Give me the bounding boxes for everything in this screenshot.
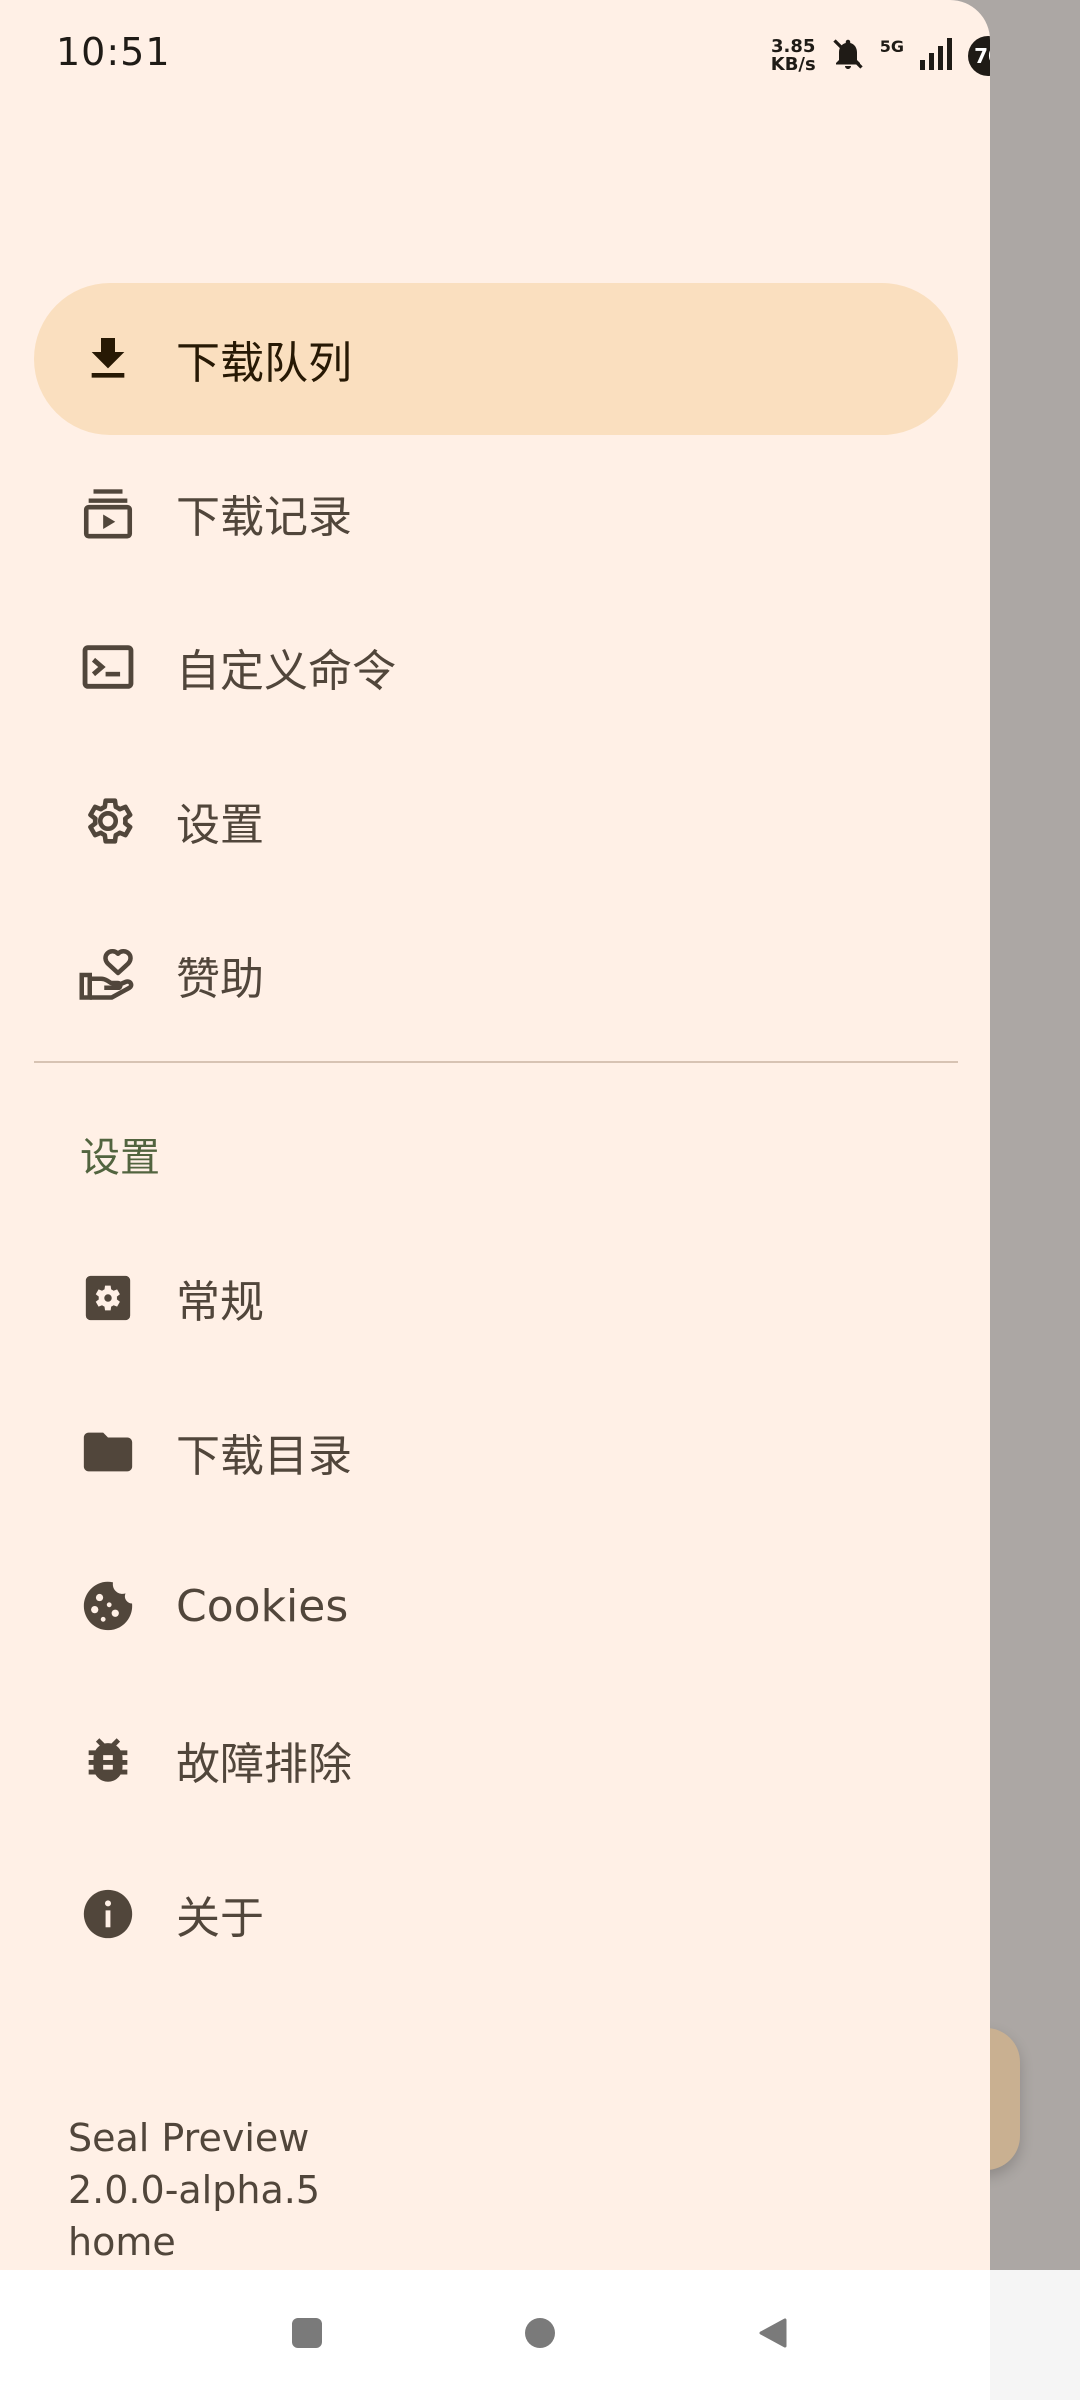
- signal-icon: [918, 38, 954, 74]
- drawer-item-label: 设置: [176, 800, 264, 851]
- drawer-item-cookies[interactable]: Cookies: [34, 1530, 958, 1682]
- home-button[interactable]: [523, 2318, 557, 2352]
- drawer-item-download-directory[interactable]: 下载目录: [34, 1376, 958, 1528]
- recents-button[interactable]: [290, 2318, 324, 2352]
- app-route: home: [68, 2220, 176, 2264]
- drawer-item-label: 下载队列: [176, 338, 352, 389]
- subscriptions-icon: [78, 483, 138, 543]
- square-icon: [291, 2317, 323, 2353]
- network-type: 5G: [879, 36, 904, 56]
- drawer-item-troubleshooting[interactable]: 故障排除: [34, 1684, 958, 1836]
- drawer-divider: [34, 1061, 958, 1063]
- navigation-drawer: 10:51 3.85 KB/s 5G 70: [0, 0, 990, 2400]
- status-time: 10:51: [56, 30, 171, 74]
- info-icon: [78, 1884, 138, 1944]
- cookie-icon: [78, 1576, 138, 1636]
- app-version-info: Seal Preview 2.0.0-alpha.5 home: [68, 2112, 320, 2268]
- drawer-item-label: 下载目录: [176, 1431, 352, 1482]
- folder-icon: [78, 1422, 138, 1482]
- back-button[interactable]: [756, 2318, 790, 2352]
- drawer-item-general[interactable]: 常规: [34, 1222, 958, 1374]
- system-navigation-bar-edge: [990, 2270, 1080, 2400]
- bug-icon: [78, 1730, 138, 1790]
- drawer-item-settings[interactable]: 设置: [34, 745, 958, 897]
- circle-icon: [524, 2317, 556, 2353]
- status-icons: 3.85 KB/s 5G 70: [771, 32, 990, 80]
- drawer-item-download-queue[interactable]: 下载队列: [34, 283, 958, 435]
- muted-bell-icon: [830, 36, 866, 76]
- drawer-item-label: 故障排除: [176, 1739, 352, 1790]
- drawer-item-about[interactable]: 关于: [34, 1838, 958, 1990]
- drawer-item-label: 关于: [176, 1893, 264, 1944]
- drawer-item-label: 下载记录: [176, 492, 352, 543]
- back-triangle-icon: [757, 2317, 789, 2353]
- drawer-item-custom-command[interactable]: 自定义命令: [34, 591, 958, 743]
- network-speed: 3.85 KB/s: [771, 38, 816, 74]
- drawer-item-label: 自定义命令: [176, 646, 396, 697]
- terminal-icon: [78, 637, 138, 697]
- battery-indicator: 70: [968, 36, 990, 76]
- gear-icon: [78, 791, 138, 851]
- settings-box-icon: [78, 1268, 138, 1328]
- status-bar: 10:51 3.85 KB/s 5G 70: [0, 0, 990, 110]
- settings-section-header: 设置: [80, 1135, 160, 1181]
- app-name: Seal Preview: [68, 2116, 310, 2160]
- drawer-item-label: Cookies: [176, 1580, 349, 1632]
- app-version: 2.0.0-alpha.5: [68, 2168, 320, 2212]
- network-speed-unit: KB/s: [770, 54, 816, 75]
- drawer-item-label: 常规: [176, 1277, 264, 1328]
- drawer-item-download-history[interactable]: 下载记录: [34, 437, 958, 589]
- download-icon: [78, 329, 138, 389]
- drawer-item-sponsor[interactable]: 赞助: [34, 899, 958, 1051]
- volunteer-heart-icon: [78, 945, 138, 1005]
- drawer-item-label: 赞助: [176, 954, 264, 1005]
